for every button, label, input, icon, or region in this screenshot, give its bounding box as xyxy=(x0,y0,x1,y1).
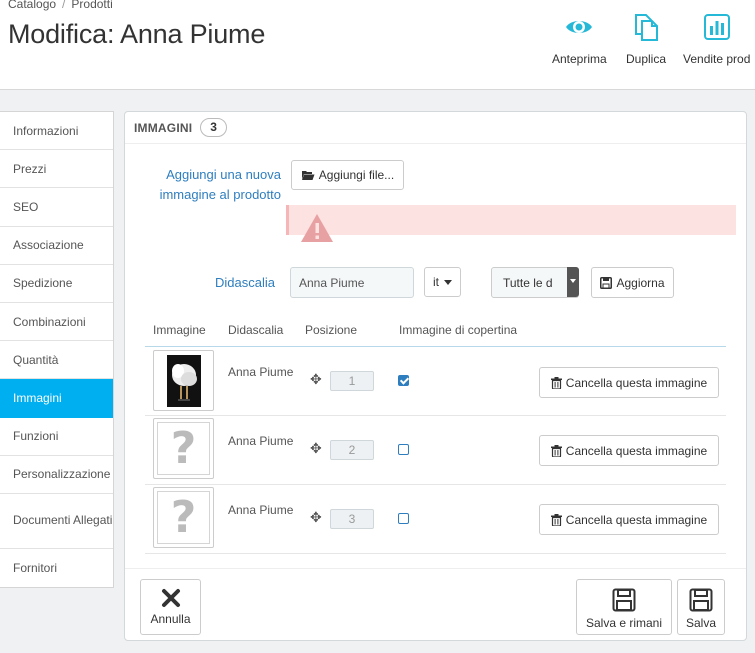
copy-icon xyxy=(635,14,659,41)
save-label: Salva xyxy=(685,616,717,630)
tab-seo[interactable]: SEO xyxy=(0,188,113,227)
save-icon xyxy=(612,588,636,612)
caption-input[interactable]: Anna Piume xyxy=(290,267,414,298)
cancel-button[interactable]: Annulla xyxy=(140,579,201,635)
eye-icon xyxy=(566,21,593,33)
move-icon[interactable]: ✥ xyxy=(310,509,322,526)
placeholder-frame: ? xyxy=(157,491,210,544)
error-alert xyxy=(286,205,736,242)
save-button[interactable]: Salva xyxy=(677,579,725,635)
breadcrumb-products[interactable]: Prodotti xyxy=(71,0,112,11)
breadcrumb-catalog[interactable]: Catalogo xyxy=(8,0,56,11)
save-and-stay-label: Salva e rimani xyxy=(585,616,663,630)
close-icon xyxy=(161,589,180,607)
warning-icon xyxy=(301,214,333,242)
tab-immagini[interactable]: Immagini xyxy=(0,379,113,418)
tab-associazione[interactable]: Associazione xyxy=(0,227,113,265)
product-tabs-sidebar: Informazioni Prezzi SEO Associazione Spe… xyxy=(0,111,114,589)
trash-icon xyxy=(550,376,562,389)
folder-open-icon xyxy=(301,171,315,180)
image-count-badge: 3 xyxy=(200,118,227,137)
row-divider xyxy=(145,484,726,485)
tab-documenti-allegati[interactable]: Documenti Allegati xyxy=(0,494,113,549)
preview-label: Anteprima xyxy=(552,52,607,66)
row-caption: Anna Piume xyxy=(228,434,294,448)
sales-button[interactable]: Vendite prod xyxy=(683,12,750,66)
duplicate-label: Duplica xyxy=(626,52,667,66)
placeholder-frame: ? xyxy=(157,422,210,475)
panel-title: IMMAGINI xyxy=(134,120,193,135)
save-icon xyxy=(689,588,713,612)
col-image: Immagine xyxy=(153,323,206,337)
add-file-button[interactable]: Aggiungi file... xyxy=(291,160,404,190)
col-cover: Immagine di copertina xyxy=(399,323,518,337)
add-file-label: Aggiungi file... xyxy=(318,168,395,182)
tab-fornitori[interactable]: Fornitori xyxy=(0,549,113,587)
col-caption: Didascalia xyxy=(228,323,284,337)
position-field: 3 xyxy=(330,509,374,529)
delete-image-button[interactable]: Cancella questa immagine xyxy=(539,367,719,398)
bar-chart-icon xyxy=(703,14,730,40)
cancel-label: Annulla xyxy=(150,612,191,626)
caption-label: Didascalia xyxy=(215,275,275,290)
page-title: Modifica: Anna Piume xyxy=(8,19,266,49)
trash-icon xyxy=(550,444,562,457)
shops-value: Tutte le d xyxy=(503,275,553,290)
update-label: Aggiorna xyxy=(616,275,665,290)
tab-combinazioni[interactable]: Combinazioni xyxy=(0,303,113,342)
caret-down-icon xyxy=(444,279,452,285)
breadcrumb: Catalogo / Prodotti xyxy=(8,0,113,11)
tab-personalizzazione[interactable]: Personalizzazione xyxy=(0,456,113,494)
move-icon[interactable]: ✥ xyxy=(310,440,322,457)
product-photo xyxy=(166,354,201,407)
delete-label: Cancella questa immagine xyxy=(565,375,708,390)
images-panel: IMMAGINI 3 Aggiungi una nuova immagine a… xyxy=(124,111,747,641)
shops-select[interactable]: Tutte le d xyxy=(491,267,579,298)
placeholder-question-icon: ? xyxy=(170,491,197,543)
table-header-divider xyxy=(145,346,726,347)
col-position: Posizione xyxy=(305,323,358,337)
tab-informazioni[interactable]: Informazioni xyxy=(0,112,113,151)
save-icon xyxy=(600,276,613,289)
cover-checkbox[interactable] xyxy=(398,513,409,524)
delete-label: Cancella questa immagine xyxy=(565,443,708,458)
select-arrow xyxy=(567,267,579,297)
position-field: 1 xyxy=(330,371,374,391)
preview-button[interactable]: Anteprima xyxy=(552,12,607,66)
caret-down-icon xyxy=(570,279,576,283)
page-header: Catalogo / Prodotti Modifica: Anna Piume A… xyxy=(0,0,755,90)
add-image-label: Aggiungi una nuova immagine al prodotto xyxy=(159,167,281,202)
panel-heading: IMMAGINI 3 xyxy=(125,112,746,144)
row-caption: Anna Piume xyxy=(228,503,294,517)
image-thumbnail[interactable] xyxy=(153,350,214,411)
tab-prezzi[interactable]: Prezzi xyxy=(0,150,113,189)
row-divider xyxy=(145,553,726,554)
cover-checkbox[interactable] xyxy=(398,375,409,386)
delete-image-button[interactable]: Cancella questa immagine xyxy=(539,504,719,535)
language-select[interactable]: it xyxy=(424,267,461,297)
cover-checkbox[interactable] xyxy=(398,444,409,455)
tab-spedizione[interactable]: Spedizione xyxy=(0,265,113,303)
tab-funzioni[interactable]: Funzioni xyxy=(0,418,113,456)
row-divider xyxy=(145,415,726,416)
placeholder-question-icon: ? xyxy=(170,422,197,474)
duplicate-button[interactable]: Duplica xyxy=(626,12,666,66)
row-caption: Anna Piume xyxy=(228,365,294,379)
delete-label: Cancella questa immagine xyxy=(565,512,708,527)
update-button[interactable]: Aggiorna xyxy=(591,267,674,298)
image-thumbnail[interactable]: ? xyxy=(153,487,214,548)
move-icon[interactable]: ✥ xyxy=(310,371,322,388)
image-thumbnail[interactable]: ? xyxy=(153,418,214,479)
sales-label: Vendite prod xyxy=(683,52,751,66)
trash-icon xyxy=(550,513,562,526)
position-field: 2 xyxy=(330,440,374,460)
save-and-stay-button[interactable]: Salva e rimani xyxy=(576,579,672,635)
tab-quantita[interactable]: Quantità xyxy=(0,341,113,380)
breadcrumb-separator: / xyxy=(62,0,66,11)
footer-divider xyxy=(125,568,746,569)
delete-image-button[interactable]: Cancella questa immagine xyxy=(539,435,719,466)
language-value: it xyxy=(433,275,439,289)
